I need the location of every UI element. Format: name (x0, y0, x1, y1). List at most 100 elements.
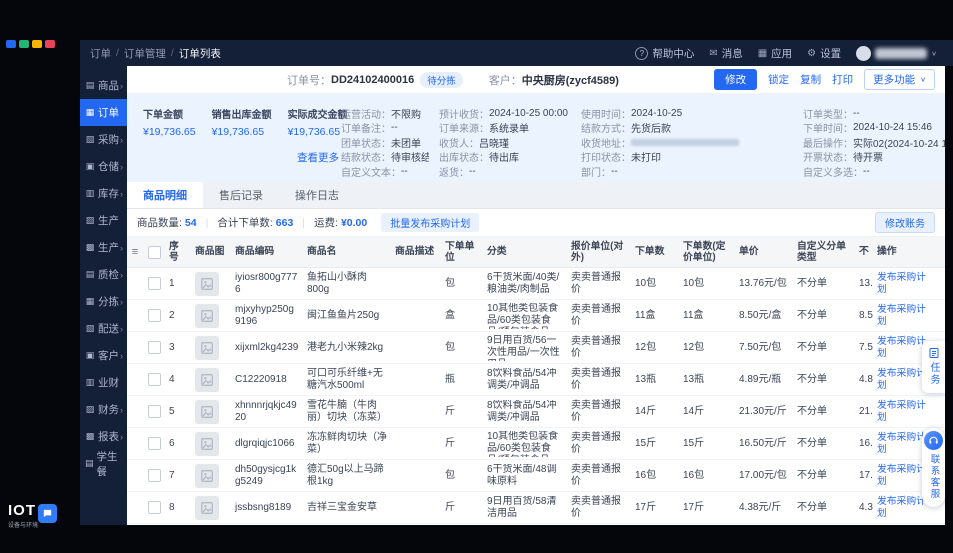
breadcrumb-item[interactable]: 订单管理 (124, 46, 166, 61)
user-menu[interactable]: ∨ (856, 45, 937, 61)
column-header: 序号 (169, 240, 179, 263)
sidebar-item-label: 商品 (98, 80, 119, 92)
cell-product-name: 闽江鱼鱼片250g (307, 309, 380, 321)
batch-publish-button[interactable]: 批量发布采购计划 (381, 213, 480, 232)
image-placeholder-icon[interactable] (195, 335, 219, 360)
sidebar-item-生产[interactable]: ▩ 生产 › (80, 234, 127, 261)
print-button[interactable]: 打印 (832, 72, 853, 87)
summary-field: 团单状态： 未团单 (341, 135, 429, 150)
sidebar-item-生产[interactable]: ▨ 生产 (80, 207, 127, 234)
image-placeholder-icon[interactable] (195, 463, 219, 488)
sidebar-item-商品[interactable]: ▤ 商品 › (80, 72, 127, 99)
amount-value: ¥19,736.65 (211, 126, 265, 138)
view-more-link[interactable]: 查看更多 (297, 150, 339, 165)
cell-product-image (191, 492, 231, 523)
edit-billing-button[interactable]: 修改账务 (875, 212, 935, 233)
sidebar-item-label: 客户 (98, 350, 119, 362)
column-header: 不 (859, 246, 869, 258)
summary-column: 运营活动：不限购订单备注：--团单状态：未团单结款状态：待审核结款自定义文本：-… (341, 106, 429, 182)
summary-field: 部门： -- (581, 164, 793, 179)
publish-purchase-plan-link[interactable]: 发布采购计划 (877, 304, 929, 328)
summary-field: 收货地址： (581, 135, 793, 150)
cell-seq: 8 (169, 501, 175, 513)
summary-column: 使用时间： 2024-10-25 结款方式： 先货后款 收货地址： 打印状态： 未打印 部门：… (581, 106, 793, 182)
column-settings-icon[interactable]: ≡ (132, 246, 138, 259)
row-checkbox[interactable] (147, 373, 161, 386)
cell-clipped-value: 13. (859, 277, 873, 289)
cell-custom-split-type: 不分单 (797, 405, 827, 417)
cell-product-image (191, 332, 231, 363)
stat-label: 商品数量: (137, 217, 182, 229)
sidebar-item-采购[interactable]: ▧ 采购 › (80, 126, 127, 153)
sidebar-item-label: 财务 (98, 404, 119, 416)
cell-product-image (191, 460, 231, 491)
chevron-down-icon: ∨ (920, 75, 926, 84)
image-placeholder-icon[interactable] (195, 303, 219, 328)
publish-purchase-plan-link[interactable]: 发布采购计划 (877, 496, 929, 520)
apps-button[interactable]: ▦ 应用 (758, 46, 792, 61)
breadcrumb-item[interactable]: 订单 (90, 46, 111, 61)
cell-qty: 14斤 (635, 405, 657, 417)
row-checkbox[interactable] (147, 501, 161, 514)
row-checkbox[interactable] (147, 309, 161, 322)
cell-order-unit: 包 (445, 469, 455, 481)
cell-description (391, 460, 441, 491)
more-actions-button[interactable]: 更多功能 ∨ (864, 69, 935, 90)
publish-purchase-plan-link[interactable]: 发布采购计划 (877, 400, 929, 424)
row-checkbox[interactable] (147, 437, 161, 450)
sidebar-item-业财[interactable]: ▥ 业财 (80, 369, 127, 396)
customer-service-widget[interactable]: 联系客服 (922, 428, 945, 507)
settings-button[interactable]: ⚙ 设置 (807, 46, 841, 61)
sidebar-item-配送[interactable]: ▧ 配送 › (80, 315, 127, 342)
menu-icon: ▨ (85, 215, 95, 225)
field-value: 待审核结款 (391, 153, 429, 164)
sidebar-item-质检[interactable]: ▤ 质检 › (80, 261, 127, 288)
cell-product-code: jssbsng8189 (235, 501, 292, 513)
cell-order-unit: 斤 (445, 437, 455, 449)
select-all-checkbox[interactable] (147, 245, 161, 259)
cell-product-name: 名优风味腊肠切片（净菜） (303, 524, 391, 525)
stat-separator: | (302, 216, 306, 229)
sidebar-item-库存[interactable]: ▥ 库存 › (80, 180, 127, 207)
messages-button[interactable]: ✉ 消息 (709, 46, 742, 61)
cell-category: 8饮料食品/54冲调类/冲调品 (483, 396, 567, 427)
chat-bubble-icon[interactable] (38, 504, 57, 523)
cell-qty-price-unit: 13瓶 (683, 373, 705, 385)
image-placeholder-icon[interactable] (195, 367, 219, 392)
sidebar-item-客户[interactable]: ▣ 客户 › (80, 342, 127, 369)
image-placeholder-icon[interactable] (195, 431, 219, 456)
lock-button[interactable]: 锁定 (768, 72, 789, 87)
copy-button[interactable]: 复制 (800, 72, 821, 87)
sidebar-item-财务[interactable]: ▨ 财务 › (80, 396, 127, 423)
cell-product-code: xhnnnrjqkjc4920 (235, 399, 297, 423)
sidebar-item-仓储[interactable]: ▣ 仓储 › (80, 153, 127, 180)
tab-操作日志[interactable]: 操作日志 (279, 182, 355, 208)
publish-purchase-plan-link[interactable]: 发布采购计划 (877, 272, 929, 296)
cell-order-unit: 斤 (441, 524, 483, 525)
help-center-button[interactable]: ? 帮助中心 (635, 46, 694, 61)
summary-column: 预计收货： 2024-10-25 00:00 订单来源： 系统录单 收货人： 吕晓瑾 出库状… (439, 106, 571, 182)
tab-售后记录[interactable]: 售后记录 (203, 182, 279, 208)
row-checkbox[interactable] (147, 469, 161, 482)
cell-quote-type: 卖卖普通报价 (571, 303, 621, 327)
image-placeholder-icon[interactable] (195, 495, 219, 520)
sidebar-item-订单[interactable]: ▦ 订单 (80, 99, 127, 126)
row-checkbox[interactable] (147, 405, 161, 418)
row-checkbox[interactable] (147, 341, 161, 354)
row-checkbox[interactable] (147, 277, 161, 290)
task-widget[interactable]: 任务 (922, 341, 945, 393)
cell-qty: 12包 (635, 341, 657, 353)
cell-product-image (191, 428, 231, 459)
image-placeholder-icon[interactable] (195, 399, 219, 424)
edit-button[interactable]: 修改 (714, 69, 758, 90)
image-placeholder-icon[interactable] (195, 271, 219, 296)
product-table: ≡ 序号 商品图 商品编码 商品名 商品描述 下单单位 分类 报价单位(对外) 下单数 下单数(定价… (127, 237, 945, 525)
customer-name: 中央厨房(zycf4589) (521, 74, 619, 87)
sidebar-item-学生餐[interactable]: ▤ 学生餐 (80, 450, 127, 478)
chevron-right-icon: › (120, 188, 123, 199)
cell-checkbox (143, 460, 165, 491)
tab-商品明细[interactable]: 商品明细 (127, 182, 203, 208)
sidebar-item-报表[interactable]: ▩ 报表 › (80, 423, 127, 450)
field-label: 自定义文本： (341, 167, 401, 179)
sidebar-item-分拣[interactable]: ▦ 分拣 › (80, 288, 127, 315)
